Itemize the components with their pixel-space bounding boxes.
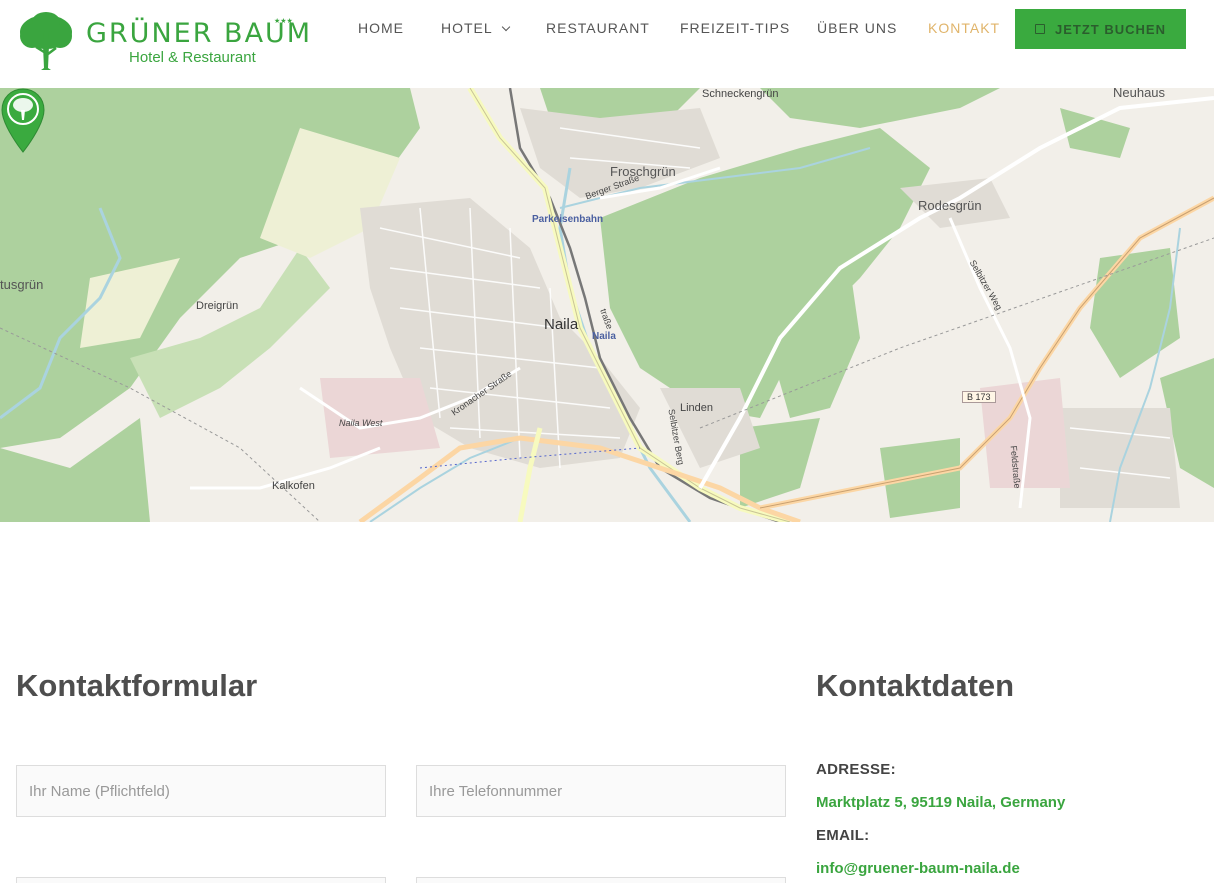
contact-form-heading: Kontaktformular bbox=[16, 668, 258, 703]
address-link[interactable]: Marktplatz 5, 95119 Naila, Germany bbox=[816, 794, 1065, 811]
map-label-parkeisenbahn: Parkeisenbahn bbox=[532, 214, 604, 225]
map-label-kalkofen: Kalkofen bbox=[272, 480, 315, 492]
nav-kontakt[interactable]: KONTAKT bbox=[928, 20, 1000, 36]
logo-stars: ★★★ bbox=[274, 18, 293, 25]
map-label-naila-station: Naila bbox=[592, 331, 616, 342]
nav-hotel[interactable]: HOTEL bbox=[441, 20, 510, 36]
map-label-tusgruen: tusgrün bbox=[0, 277, 44, 292]
form-field-next-left[interactable] bbox=[16, 877, 386, 883]
book-now-button[interactable]: JETZT BUCHEN bbox=[1015, 9, 1186, 49]
nav-ueber-uns[interactable]: ÜBER UNS bbox=[817, 20, 897, 36]
location-map[interactable]: Schneckengrün Neuhaus Froschgrün Berger … bbox=[0, 88, 1214, 522]
map-label-b173: B 173 bbox=[962, 391, 996, 403]
nav-freizeit-tips[interactable]: FREIZEIT-TIPS bbox=[680, 20, 790, 36]
email-link[interactable]: info@gruener-baum-naila.de bbox=[816, 860, 1020, 877]
email-label: EMAIL: bbox=[816, 827, 870, 844]
map-background bbox=[0, 88, 1214, 522]
location-pin-icon[interactable] bbox=[0, 88, 46, 154]
map-label-froschgruen: Froschgrün bbox=[610, 164, 676, 179]
map-label-linden: Linden bbox=[680, 402, 714, 414]
site-logo[interactable]: GRÜNER BAUM ★★★ Hotel & Restaurant bbox=[18, 12, 310, 74]
map-label-schneckengruen: Schneckengrün bbox=[702, 88, 779, 100]
chevron-down-icon bbox=[501, 22, 510, 32]
map-label-rodesgruen: Rodesgrün bbox=[918, 198, 982, 213]
phone-input[interactable] bbox=[416, 765, 786, 817]
calendar-icon bbox=[1035, 24, 1046, 34]
book-now-label: JETZT BUCHEN bbox=[1055, 21, 1166, 37]
contact-info-heading: Kontaktdaten bbox=[816, 668, 1015, 703]
logo-subtitle: Hotel & Restaurant bbox=[129, 49, 256, 66]
form-field-next-right[interactable] bbox=[416, 877, 786, 883]
nav-home[interactable]: HOME bbox=[358, 20, 404, 36]
site-header: GRÜNER BAUM ★★★ Hotel & Restaurant HOME … bbox=[0, 0, 1214, 88]
map-label-naila-west: Naila West bbox=[339, 418, 383, 428]
name-input[interactable] bbox=[16, 765, 386, 817]
map-label-neuhaus: Neuhaus bbox=[1113, 88, 1166, 100]
address-label: ADRESSE: bbox=[816, 761, 896, 778]
nav-hotel-label: HOTEL bbox=[441, 20, 493, 36]
map-label-naila: Naila bbox=[544, 316, 579, 333]
map-label-dreigruen: Dreigrün bbox=[196, 300, 239, 312]
tree-logo-icon bbox=[20, 12, 72, 70]
nav-restaurant[interactable]: RESTAURANT bbox=[546, 20, 650, 36]
